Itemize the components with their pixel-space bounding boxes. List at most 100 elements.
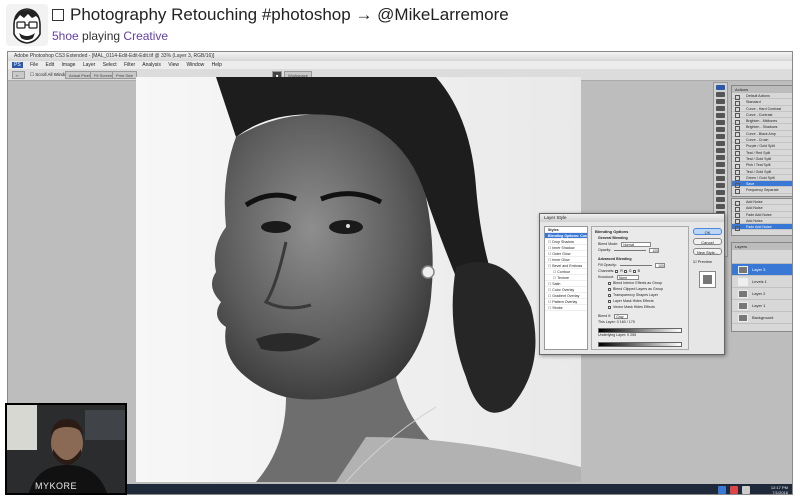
- pen-tool-icon[interactable]: [716, 190, 725, 195]
- preview-checkbox[interactable]: ☑ Preview: [693, 258, 722, 265]
- this-layer-row: This Layer: 0 160 / 175: [592, 319, 688, 325]
- menu-layer[interactable]: Layer: [83, 62, 96, 68]
- menu-window[interactable]: Window: [186, 62, 204, 68]
- style-item[interactable]: ☐ Stroke: [545, 305, 587, 311]
- game-link[interactable]: Creative: [123, 29, 168, 43]
- webcam-shirt-text: MYKORE: [35, 481, 78, 491]
- layer-row[interactable]: Background: [732, 312, 792, 324]
- layer-row[interactable]: Layer 2: [732, 288, 792, 300]
- fill-opacity-input[interactable]: 100: [654, 263, 665, 268]
- menu-edit[interactable]: Edit: [46, 62, 55, 68]
- menu-select[interactable]: Select: [103, 62, 117, 68]
- layer-name: Layer 2: [752, 291, 766, 296]
- streamer-avatar[interactable]: [6, 4, 48, 46]
- menu-view[interactable]: View: [168, 62, 179, 68]
- menu-image[interactable]: Image: [62, 62, 76, 68]
- layer-name: Levels 1: [752, 279, 767, 284]
- underlying-layer-gradient-slider[interactable]: [598, 342, 682, 347]
- move-tool-icon[interactable]: [716, 92, 725, 97]
- ok-button[interactable]: OK: [693, 228, 722, 235]
- channel-g-checkbox[interactable]: [623, 269, 627, 273]
- adjustment-thumbnail: [738, 278, 748, 286]
- layers-panel-title[interactable]: Layers: [732, 243, 792, 250]
- opacity-label: Opacity:: [598, 248, 612, 253]
- layer-style-dialog: Layer Style Styles Blending Options: Cus…: [539, 213, 725, 355]
- menu-ps[interactable]: PS: [12, 62, 23, 68]
- blend-if-value: Gray: [616, 315, 624, 319]
- type-tool-icon[interactable]: [716, 197, 725, 202]
- knockout-value: None: [618, 276, 628, 280]
- stream-subtitle: 5hoe playing Creative: [52, 29, 168, 43]
- menu-filter[interactable]: Filter: [124, 62, 135, 68]
- blend-if-select[interactable]: Gray: [614, 314, 629, 319]
- clone-stamp-tool-icon[interactable]: [716, 148, 725, 153]
- app-taskbar-icon[interactable]: [742, 486, 750, 494]
- menu-help[interactable]: Help: [212, 62, 222, 68]
- hand-tool-preset[interactable]: ▿: [12, 71, 25, 79]
- history-brush-tool-icon[interactable]: [716, 155, 725, 160]
- gradient-tool-icon[interactable]: [716, 169, 725, 174]
- this-layer-gradient-slider[interactable]: [598, 328, 682, 333]
- print-size-button[interactable]: Print Size: [112, 71, 138, 79]
- style-label: Inner Shadow: [552, 246, 575, 250]
- photoshop-taskbar-icon[interactable]: [718, 486, 726, 494]
- checkbox[interactable]: [608, 299, 611, 303]
- blend-mode-value: Normal: [623, 243, 635, 247]
- checkbox[interactable]: [608, 305, 611, 309]
- section-heading: Blending Options: [595, 229, 629, 234]
- layers-blend-controls[interactable]: [732, 250, 792, 264]
- app-taskbar-icon[interactable]: [730, 486, 738, 494]
- action-item[interactable]: Frequency Separate: [732, 187, 792, 195]
- lasso-tool-icon[interactable]: [716, 106, 725, 111]
- option-checkbox-row[interactable]: Vector Mask Hides Effects: [592, 304, 688, 310]
- layer-row[interactable]: Layer 1: [732, 300, 792, 312]
- actions-panel-title[interactable]: Actions: [732, 86, 792, 93]
- healing-brush-tool-icon[interactable]: [716, 134, 725, 139]
- opacity-row: Opacity: 100: [592, 247, 688, 253]
- document-canvas[interactable]: [136, 77, 581, 482]
- blend-mode-select[interactable]: Normal: [621, 242, 652, 247]
- eraser-tool-icon[interactable]: [716, 162, 725, 167]
- menu-file[interactable]: File: [30, 62, 38, 68]
- marquee-tool-icon[interactable]: [716, 99, 725, 104]
- webcam-overlay: MYKORE: [5, 403, 127, 495]
- slice-tool-icon[interactable]: [716, 127, 725, 132]
- crop-tool-icon[interactable]: [716, 120, 725, 125]
- knockout-select[interactable]: None: [616, 275, 639, 280]
- style-label: Pattern Overlay: [552, 300, 578, 304]
- style-label: Inner Glow: [552, 258, 570, 262]
- layer-thumbnail: [738, 266, 748, 274]
- channel-b-checkbox[interactable]: [632, 269, 636, 273]
- brush-tool-icon[interactable]: [716, 141, 725, 146]
- opacity-slider[interactable]: [614, 249, 647, 251]
- layers-panel: Layers Layer 3 Levels 1 Layer 2 Layer 1 …: [731, 242, 792, 332]
- fill-opacity-value: 100: [658, 264, 664, 268]
- dodge-tool-icon[interactable]: [716, 183, 725, 188]
- checkbox-label: Transparency Shapes Layer: [613, 293, 659, 297]
- history-item-selected[interactable]: Fade Add Noise: [732, 224, 792, 232]
- layer-row-selected[interactable]: Layer 3: [732, 264, 792, 276]
- magic-wand-tool-icon[interactable]: [716, 113, 725, 118]
- new-style-button[interactable]: New Style...: [693, 248, 722, 255]
- opacity-input[interactable]: 100: [649, 248, 660, 253]
- underlying-layer-values: 0 255: [627, 333, 637, 337]
- streamer-name-link[interactable]: 5hoe: [52, 29, 79, 43]
- layer-name: Layer 3: [752, 267, 766, 272]
- checkbox-label: Layer Mask Hides Effects: [613, 299, 654, 303]
- stream-title-text: Photography Retouching #photoshop → @Mik…: [70, 5, 509, 24]
- checkbox[interactable]: [608, 287, 611, 291]
- menu-analysis[interactable]: Analysis: [142, 62, 161, 68]
- channel-r-checkbox[interactable]: [615, 269, 619, 273]
- path-selection-tool-icon[interactable]: [716, 204, 725, 209]
- fill-opacity-slider[interactable]: [619, 264, 652, 266]
- layer-row[interactable]: Levels 1: [732, 276, 792, 288]
- ps-logo-icon: [716, 85, 725, 90]
- blend-mode-label: Blend Mode:: [598, 242, 619, 247]
- dialog-title[interactable]: Layer Style: [540, 214, 724, 222]
- blur-tool-icon[interactable]: [716, 176, 725, 181]
- checkbox[interactable]: [608, 281, 611, 285]
- style-label: Drop Shadow: [552, 240, 575, 244]
- opacity-value: 100: [652, 249, 659, 253]
- checkbox[interactable]: [608, 293, 611, 297]
- cancel-button[interactable]: Cancel: [693, 238, 722, 245]
